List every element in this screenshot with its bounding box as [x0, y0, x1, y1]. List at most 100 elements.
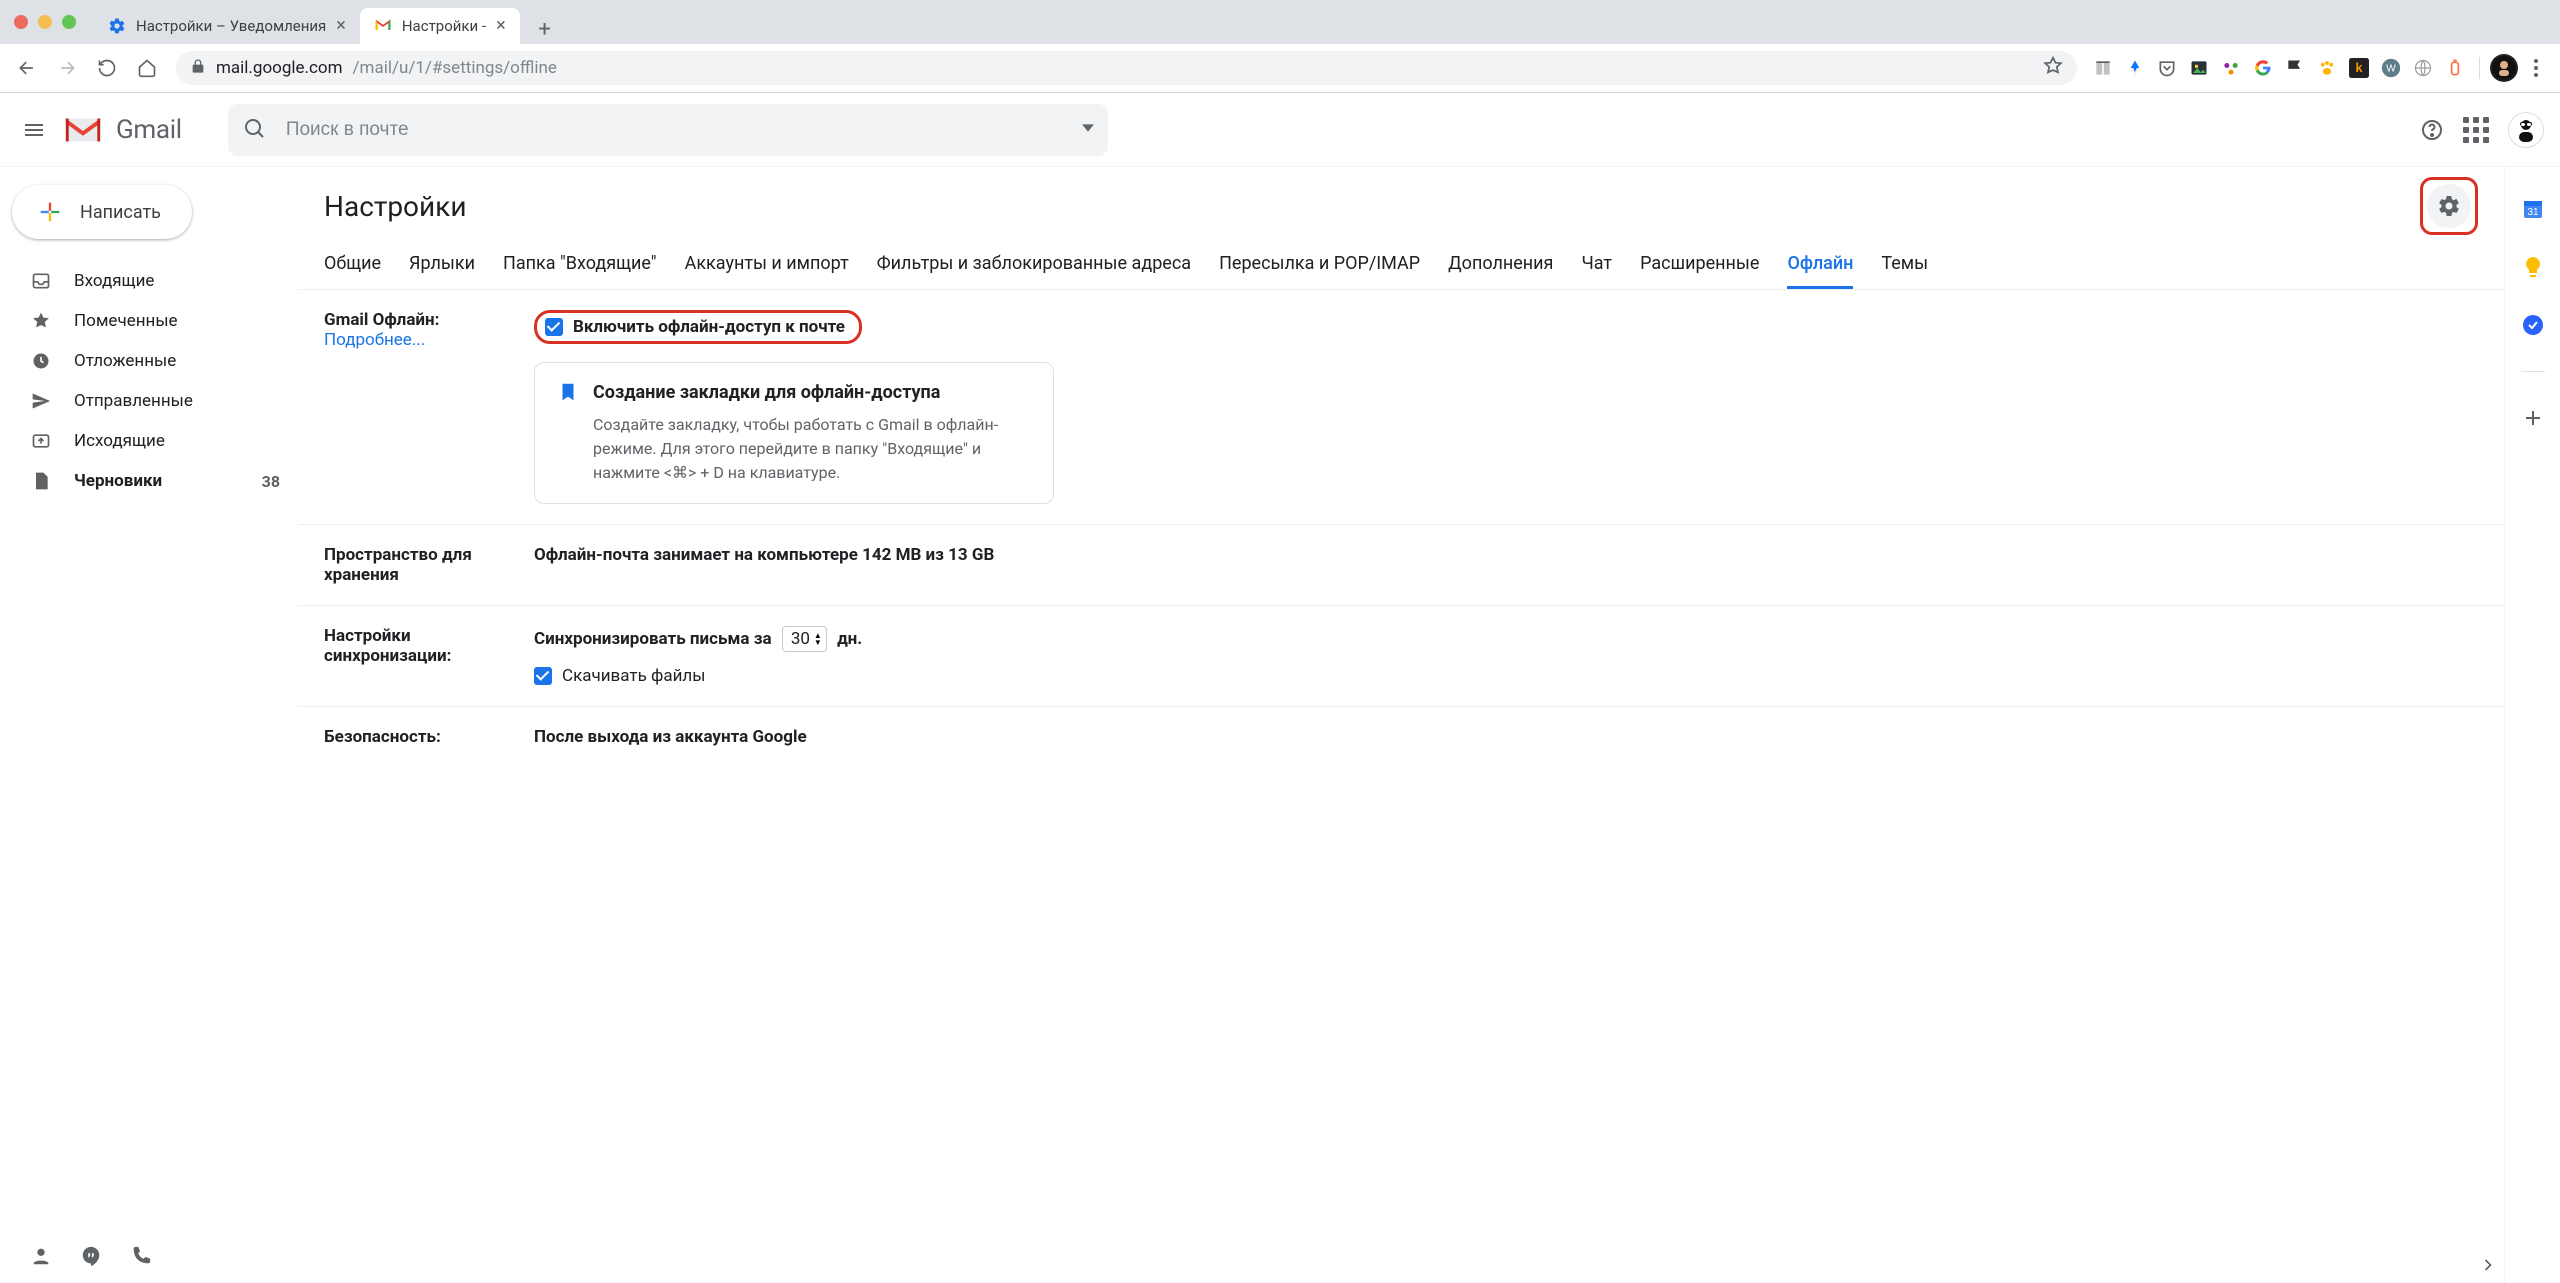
hangouts-icon[interactable] [80, 1245, 102, 1271]
tab-title: Настройки - [402, 17, 486, 35]
tasks-addon-icon[interactable] [2521, 313, 2545, 337]
clock-icon [30, 351, 52, 371]
tab-фильтры-и-заблокированные-адреса[interactable]: Фильтры и заблокированные адреса [877, 253, 1191, 289]
extension-paw-icon[interactable] [2313, 54, 2341, 82]
account-avatar[interactable] [2508, 112, 2544, 148]
stepper-arrows-icon: ▲▼ [814, 632, 822, 646]
extension-dots-icon[interactable] [2217, 54, 2245, 82]
sidebar-item-draft[interactable]: Черновики 38 [0, 461, 298, 501]
get-addons-button[interactable] [2521, 406, 2545, 430]
extension-k-icon[interactable]: k [2345, 54, 2373, 82]
enable-offline-checkbox[interactable] [545, 318, 563, 336]
tab-чат[interactable]: Чат [1581, 253, 1612, 289]
search-input[interactable] [286, 119, 1072, 141]
sidebar-item-outbox[interactable]: Исходящие [0, 421, 298, 461]
maximize-window-icon[interactable] [62, 15, 76, 29]
phone-icon[interactable] [130, 1245, 152, 1271]
extension-pocket-icon[interactable] [2153, 54, 2181, 82]
extensions-row: k W [2089, 54, 2550, 82]
sidebar-item-star[interactable]: Помеченные [0, 301, 298, 341]
section-storage: Пространство для хранения Офлайн-почта з… [298, 525, 2504, 606]
page-title: Настройки [324, 190, 466, 223]
divider [2521, 371, 2545, 372]
tab-аккаунты-и-импорт[interactable]: Аккаунты и импорт [685, 253, 849, 289]
extension-battery-icon[interactable] [2441, 54, 2469, 82]
close-tab-icon[interactable]: × [496, 17, 506, 35]
chevron-right-icon[interactable] [2478, 1255, 2498, 1279]
tab-офлайн[interactable]: Офлайн [1787, 253, 1853, 289]
download-files-label: Скачивать файлы [562, 666, 705, 686]
settings-gear-button[interactable] [2427, 184, 2471, 228]
sidebar-item-send[interactable]: Отправленные [0, 381, 298, 421]
compose-button[interactable]: Написать [12, 185, 192, 239]
storage-label: Пространство для хранения [324, 545, 472, 585]
section-sync: Настройки синхронизации: Синхронизироват… [298, 606, 2504, 707]
side-panel: 31 [2504, 167, 2560, 1283]
keep-addon-icon[interactable] [2521, 255, 2545, 279]
sidebar: Написать Входящие Помеченные Отложенные … [0, 167, 298, 1283]
forward-button[interactable] [50, 51, 84, 85]
tip-title: Создание закладки для офлайн-доступа [593, 382, 940, 403]
tab-общие[interactable]: Общие [324, 253, 381, 289]
extension-w-icon[interactable]: W [2377, 54, 2405, 82]
tab-дополнения[interactable]: Дополнения [1448, 253, 1553, 289]
apps-grid-icon [2463, 117, 2489, 143]
address-bar[interactable]: mail.google.com/mail/u/1/#settings/offli… [176, 51, 2077, 85]
folder-count: 38 [262, 472, 280, 491]
sidebar-item-clock[interactable]: Отложенные [0, 341, 298, 381]
folder-label: Исходящие [74, 431, 165, 451]
calendar-addon-icon[interactable]: 31 [2521, 197, 2545, 221]
new-tab-button[interactable]: + [530, 14, 560, 44]
svg-text:W: W [2386, 63, 2396, 74]
bookmark-star-icon[interactable] [2043, 56, 2063, 81]
extension-globe-icon[interactable] [2409, 54, 2437, 82]
tip-body: Создайте закладку, чтобы работать с Gmai… [557, 413, 1031, 485]
extension-google-icon[interactable] [2249, 54, 2277, 82]
folder-label: Помеченные [74, 311, 178, 331]
url-path: /mail/u/1/#settings/offline [353, 58, 557, 78]
compose-label: Написать [80, 202, 161, 223]
learn-more-link[interactable]: Подробнее... [324, 330, 425, 350]
back-button[interactable] [10, 51, 44, 85]
main-menu-button[interactable] [10, 106, 58, 154]
download-files-checkbox[interactable] [534, 667, 552, 685]
toolbar: mail.google.com/mail/u/1/#settings/offli… [0, 44, 2560, 92]
google-apps-button[interactable] [2454, 108, 2498, 152]
tab-ярлыки[interactable]: Ярлыки [409, 253, 475, 289]
lock-icon [190, 58, 206, 79]
gmail-logo-icon [62, 114, 104, 146]
profile-avatar[interactable] [2490, 54, 2518, 82]
browser-tab-1[interactable]: Настройки – Уведомления × [94, 8, 360, 44]
search-bar[interactable] [228, 104, 1108, 156]
tab-strip: Настройки – Уведомления × Настройки - × … [0, 0, 2560, 44]
tab-папка-входящие-[interactable]: Папка "Входящие" [503, 253, 657, 289]
close-tab-icon[interactable]: × [336, 17, 346, 35]
minimize-window-icon[interactable] [38, 15, 52, 29]
extension-flag-icon[interactable] [2281, 54, 2309, 82]
tab-расширенные[interactable]: Расширенные [1640, 253, 1759, 289]
window-controls[interactable] [14, 0, 76, 44]
gmail-logo[interactable]: Gmail [62, 114, 182, 146]
reload-button[interactable] [90, 51, 124, 85]
support-button[interactable] [2410, 108, 2454, 152]
contacts-icon[interactable] [30, 1245, 52, 1271]
home-button[interactable] [130, 51, 164, 85]
close-window-icon[interactable] [14, 15, 28, 29]
extension-picture-icon[interactable] [2185, 54, 2213, 82]
extension-reader-icon[interactable] [2089, 54, 2117, 82]
tab-темы[interactable]: Темы [1881, 253, 1928, 289]
plus-icon [36, 198, 64, 226]
sync-days-select[interactable]: 30 ▲▼ [782, 626, 827, 652]
search-options-icon[interactable] [1082, 122, 1094, 138]
search-icon[interactable] [242, 116, 266, 144]
section-security: Безопасность: После выхода из аккаунта G… [298, 707, 2504, 767]
sidebar-bottom-bar [0, 1233, 298, 1283]
settings-main: Настройки Общие Ярлыки Папка "Входящие" Акк… [298, 167, 2504, 1283]
folder-list: Входящие Помеченные Отложенные Отправлен… [0, 261, 298, 501]
extension-yandex-icon[interactable] [2121, 54, 2149, 82]
storage-text: Офлайн-почта занимает на компьютере 142 … [534, 545, 994, 565]
tab-пересылка-и-pop-imap[interactable]: Пересылка и POP/IMAP [1219, 253, 1420, 289]
browser-tab-2-active[interactable]: Настройки - × [360, 8, 520, 44]
sidebar-item-inbox[interactable]: Входящие [0, 261, 298, 301]
chrome-menu-button[interactable] [2522, 54, 2550, 82]
